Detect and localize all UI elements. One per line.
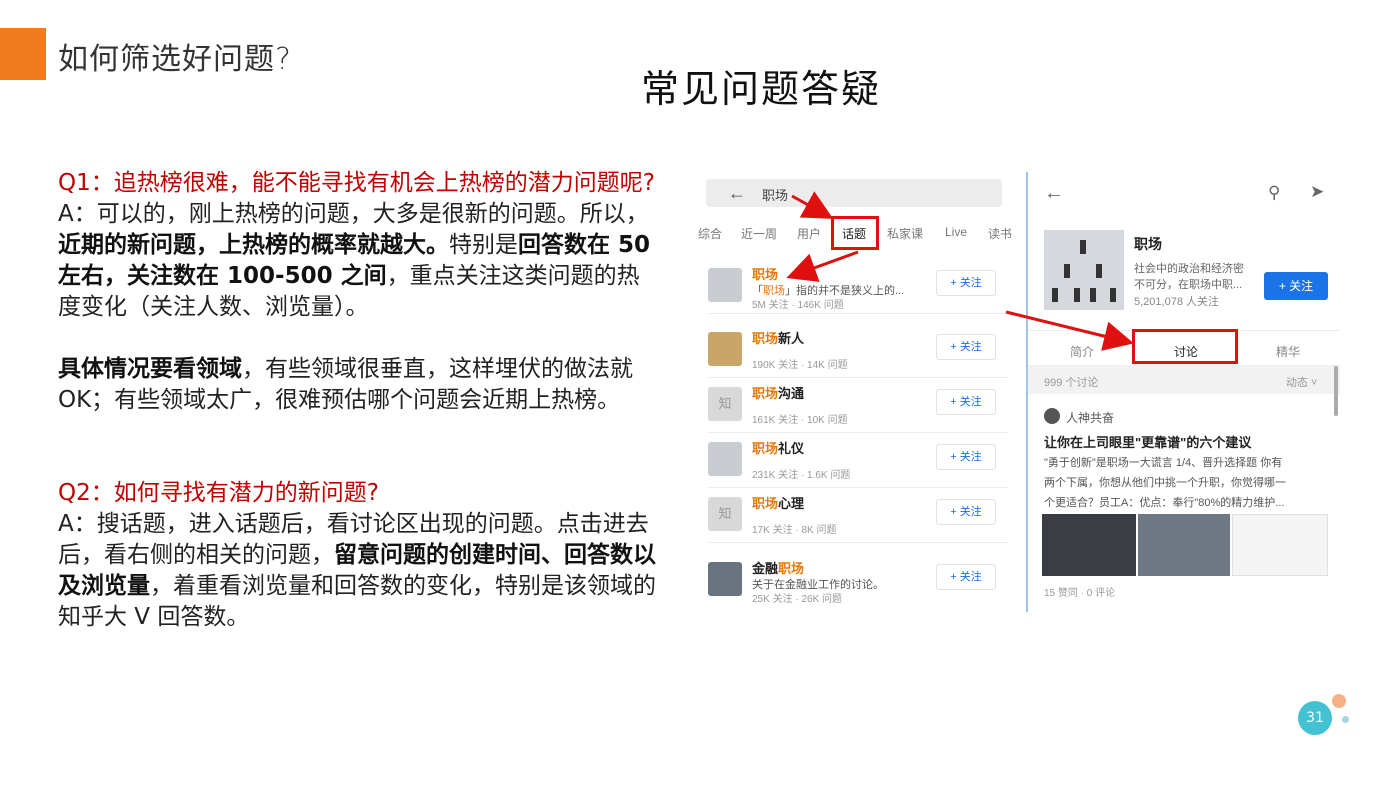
arrow-to-topic-result: [786, 250, 859, 282]
decorative-dot: [1332, 694, 1346, 708]
arrow-to-discussion-tab: [1005, 310, 1134, 351]
annotation-arrows: [786, 191, 1134, 351]
arrow-to-topics-tab: [791, 191, 834, 219]
decorative-dot: [1342, 716, 1349, 723]
page-number: 31: [1298, 701, 1332, 735]
